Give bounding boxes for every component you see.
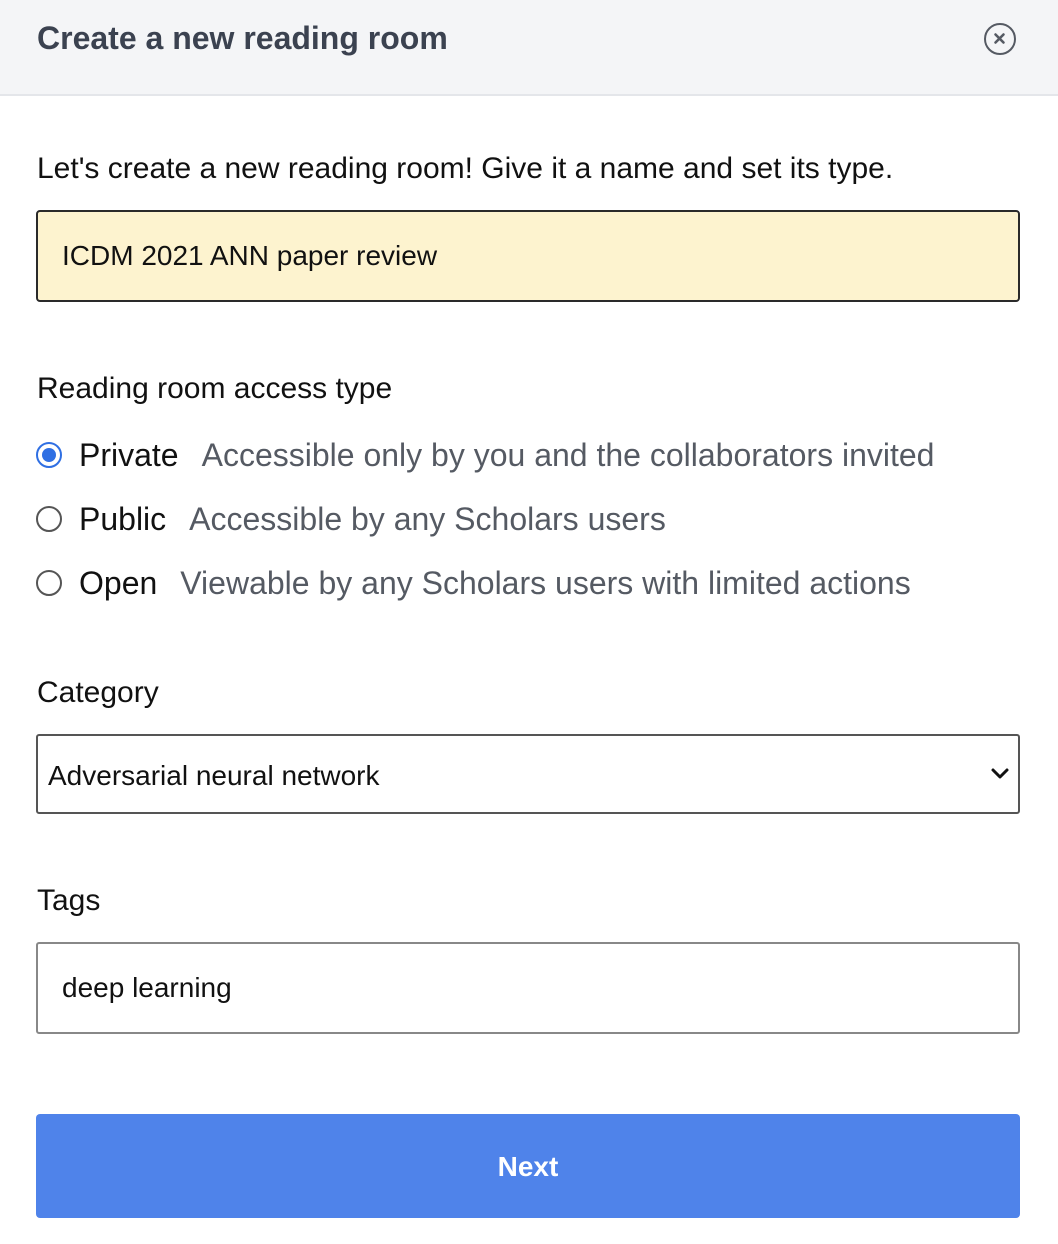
room-name-input[interactable]: [36, 210, 1020, 302]
access-option-label: Open: [79, 564, 158, 601]
access-option-private[interactable]: Private Accessible only by you and the c…: [36, 435, 934, 475]
radio-open[interactable]: [36, 570, 62, 596]
access-option-description: Accessible by any Scholars users: [189, 500, 666, 537]
intro-text: Let's create a new reading room! Give it…: [37, 152, 894, 185]
close-button[interactable]: [984, 23, 1016, 55]
category-select[interactable]: Adversarial neural network: [36, 734, 1020, 814]
access-option-open[interactable]: Open Viewable by any Scholars users with…: [36, 563, 911, 603]
tags-label: Tags: [37, 884, 101, 917]
access-option-public[interactable]: Public Accessible by any Scholars users: [36, 499, 666, 539]
radio-public[interactable]: [36, 506, 62, 532]
access-option-label: Public: [79, 500, 167, 537]
next-button[interactable]: Next: [36, 1114, 1020, 1218]
access-option-label: Private: [79, 436, 179, 473]
dialog-title: Create a new reading room: [37, 20, 448, 56]
access-option-description: Accessible only by you and the collabora…: [201, 436, 935, 473]
access-type-label: Reading room access type: [37, 372, 393, 405]
dialog-header: Create a new reading room: [0, 0, 1058, 96]
category-label: Category: [37, 676, 159, 709]
chevron-down-icon: [991, 768, 1009, 779]
create-reading-room-dialog: Create a new reading room Let's create a…: [0, 0, 1058, 1244]
radio-private[interactable]: [36, 442, 62, 468]
close-circle-icon: [994, 33, 1005, 44]
access-option-description: Viewable by any Scholars users with limi…: [180, 564, 911, 601]
category-selected-value: Adversarial neural network: [48, 760, 380, 791]
tags-input[interactable]: [36, 942, 1020, 1034]
